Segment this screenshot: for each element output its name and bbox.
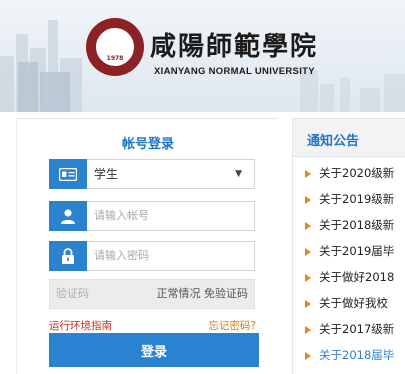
forgot-password-link[interactable]: 忘记密码? bbox=[208, 318, 256, 333]
role-select[interactable]: 学生 ▼ bbox=[49, 159, 255, 189]
arrow-right-icon bbox=[305, 247, 311, 256]
password-field[interactable]: 请输入密码 bbox=[49, 241, 255, 271]
university-seal-icon: 1978 bbox=[86, 18, 144, 76]
notice-item[interactable]: 关于2019级新 bbox=[305, 186, 405, 212]
user-icon bbox=[49, 201, 87, 231]
notice-panel: 通知公告 关于2020级新 关于2019级新 关于2018级新 关于2019届毕… bbox=[292, 118, 405, 374]
seal-year: 1978 bbox=[106, 54, 124, 62]
captcha-status: 正常情况 免验证码 bbox=[156, 287, 249, 300]
arrow-right-icon bbox=[305, 351, 311, 360]
username-placeholder: 请输入帐号 bbox=[94, 209, 149, 222]
id-card-icon bbox=[49, 159, 87, 189]
notice-item[interactable]: 关于2018级新 bbox=[305, 212, 405, 238]
university-name-cn: 咸陽師範學院 bbox=[150, 32, 319, 62]
arrow-right-icon bbox=[305, 221, 311, 230]
login-button[interactable]: 登录 bbox=[49, 333, 259, 367]
notice-item[interactable]: 关于2017级新 bbox=[305, 316, 405, 342]
notice-item[interactable]: 关于做好2018 bbox=[305, 264, 405, 290]
role-select-value: 学生 bbox=[94, 167, 119, 181]
notice-item[interactable]: 关于2020级新 bbox=[305, 160, 405, 186]
arrow-right-icon bbox=[305, 169, 311, 178]
notice-item[interactable]: 关于2018届毕 bbox=[305, 342, 405, 368]
header-banner: 1978 咸陽師範學院 XIANYANG NORMAL UNIVERSITY bbox=[0, 0, 405, 112]
login-panel: 帐号登录 学生 ▼ 请输入帐号 请输入密码 验证码 正常情况 免验证码 运行环境… bbox=[16, 118, 278, 374]
university-name-en: XIANYANG NORMAL UNIVERSITY bbox=[154, 66, 315, 77]
chevron-down-icon: ▼ bbox=[235, 169, 242, 179]
arrow-right-icon bbox=[305, 325, 311, 334]
password-placeholder: 请输入密码 bbox=[94, 249, 149, 262]
lock-icon bbox=[49, 241, 87, 271]
notice-header: 通知公告 bbox=[293, 119, 405, 157]
environment-guide-link[interactable]: 运行环境指南 bbox=[49, 318, 112, 333]
username-field[interactable]: 请输入帐号 bbox=[49, 201, 255, 231]
captcha-placeholder: 验证码 bbox=[56, 287, 89, 300]
notice-item[interactable]: 关于2019届毕 bbox=[305, 238, 405, 264]
notice-title: 通知公告 bbox=[307, 134, 360, 149]
captcha-field[interactable]: 验证码 正常情况 免验证码 bbox=[49, 279, 255, 309]
arrow-right-icon bbox=[305, 273, 311, 282]
arrow-right-icon bbox=[305, 195, 311, 204]
arrow-right-icon bbox=[305, 299, 311, 308]
notice-item[interactable]: 关于做好我校 bbox=[305, 290, 405, 316]
login-title: 帐号登录 bbox=[121, 137, 174, 152]
